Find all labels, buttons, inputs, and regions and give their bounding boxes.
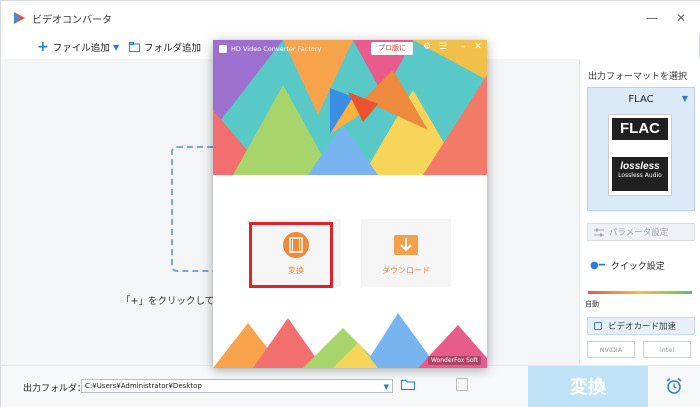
parameter-settings-button[interactable]: パラメータ設定 [587, 223, 695, 241]
parameter-settings-label: パラメータ設定 [609, 228, 669, 238]
flac-card-title: FLAC [612, 118, 668, 140]
close-button[interactable]: ✕ [673, 10, 689, 26]
highlight-box [249, 222, 333, 288]
output-folder-path: C:¥Users¥Administrator¥Desktop [85, 382, 202, 390]
output-settings-panel: 出力フォーマットを選択 FLAC ▼ FLAC lossless Lossles… [579, 59, 700, 365]
minimize-icon[interactable]: – [457, 42, 469, 52]
open-folder-icon[interactable] [401, 379, 415, 390]
launcher-popup: HD Video Converter Factory プロ版に ⚙ ☰ – ✕ … [213, 40, 487, 368]
nvidia-label: NVIDIA [599, 345, 623, 354]
launcher-body: 変換 ダウンロード [213, 175, 487, 313]
output-format-label: 出力フォーマットを選択 [588, 72, 688, 82]
add-file-button[interactable]: + ファイル追加 [37, 39, 110, 55]
slider-handle-icon: ●━ [590, 260, 605, 271]
gpu-acceleration-label: ビデオカード加速 [608, 322, 677, 332]
chevron-down-icon: ▼ [113, 42, 120, 52]
sliders-icon [594, 228, 604, 236]
add-file-dropdown[interactable]: ▼ [113, 39, 119, 55]
intel-label: intel [659, 345, 675, 354]
chevron-down-icon: ▼ [681, 94, 688, 103]
title-bar: ビデオコンバータ — ✕ [1, 1, 700, 35]
slider-auto-label: 自動 [585, 300, 599, 308]
output-format-selector[interactable]: FLAC ▼ FLAC lossless Lossless Audio [587, 87, 695, 211]
lossless-audio-text: Lossless Audio [618, 172, 662, 179]
menu-list-icon[interactable]: ☰ [437, 42, 449, 52]
plus-icon: + [37, 39, 49, 55]
format-name: FLAC [628, 94, 654, 105]
window-title: ビデオコンバータ [32, 15, 112, 26]
chip-icon [594, 322, 602, 330]
brand-label: WonderFox Soft [427, 356, 481, 365]
quality-slider[interactable] [588, 291, 692, 294]
add-folder-label: フォルダ追加 [144, 43, 202, 54]
flac-format-icon: FLAC lossless Lossless Audio [608, 114, 672, 196]
add-file-label: ファイル追加 [52, 43, 110, 54]
convert-button[interactable]: 変換 [528, 366, 648, 407]
intel-badge[interactable]: intel [643, 341, 691, 358]
settings-gear-icon[interactable]: ⚙ [421, 42, 433, 52]
popup-title: HD Video Converter Factory [231, 45, 322, 53]
quick-setting-label: クイック設定 [610, 262, 665, 272]
minimize-button[interactable]: — [644, 10, 660, 26]
folder-add-icon [129, 42, 140, 52]
app-logo-icon [14, 12, 25, 24]
nvidia-badge[interactable]: NVIDIA [587, 341, 635, 358]
lossless-badge: lossless Lossless Audio [612, 157, 668, 191]
bottom-bar: 出力フォルダ： C:¥Users¥Administrator¥Desktop ▼… [1, 365, 700, 407]
merge-icon[interactable] [456, 378, 468, 391]
alarm-clock-icon[interactable] [665, 377, 683, 395]
lossless-text: lossless [620, 161, 660, 172]
upgrade-pro-label: プロ版に [378, 44, 406, 52]
output-folder-field[interactable]: C:¥Users¥Administrator¥Desktop ▼ [81, 379, 393, 393]
add-folder-button[interactable]: フォルダ追加 [129, 39, 201, 55]
download-tile-label: ダウンロード [382, 265, 430, 275]
upgrade-pro-button[interactable]: プロ版に [371, 42, 413, 55]
chevron-down-icon[interactable]: ▼ [384, 381, 389, 393]
app-logo-icon [219, 45, 227, 53]
output-folder-label: 出力フォルダ： [23, 384, 87, 394]
gpu-acceleration-button[interactable]: ビデオカード加速 [587, 317, 695, 335]
quick-setting-row: ●━ クイック設定 [590, 259, 665, 272]
close-icon[interactable]: ✕ [472, 42, 484, 52]
banner-graphic [213, 40, 487, 175]
download-tile[interactable]: ダウンロード [361, 219, 451, 287]
download-icon [394, 234, 418, 255]
